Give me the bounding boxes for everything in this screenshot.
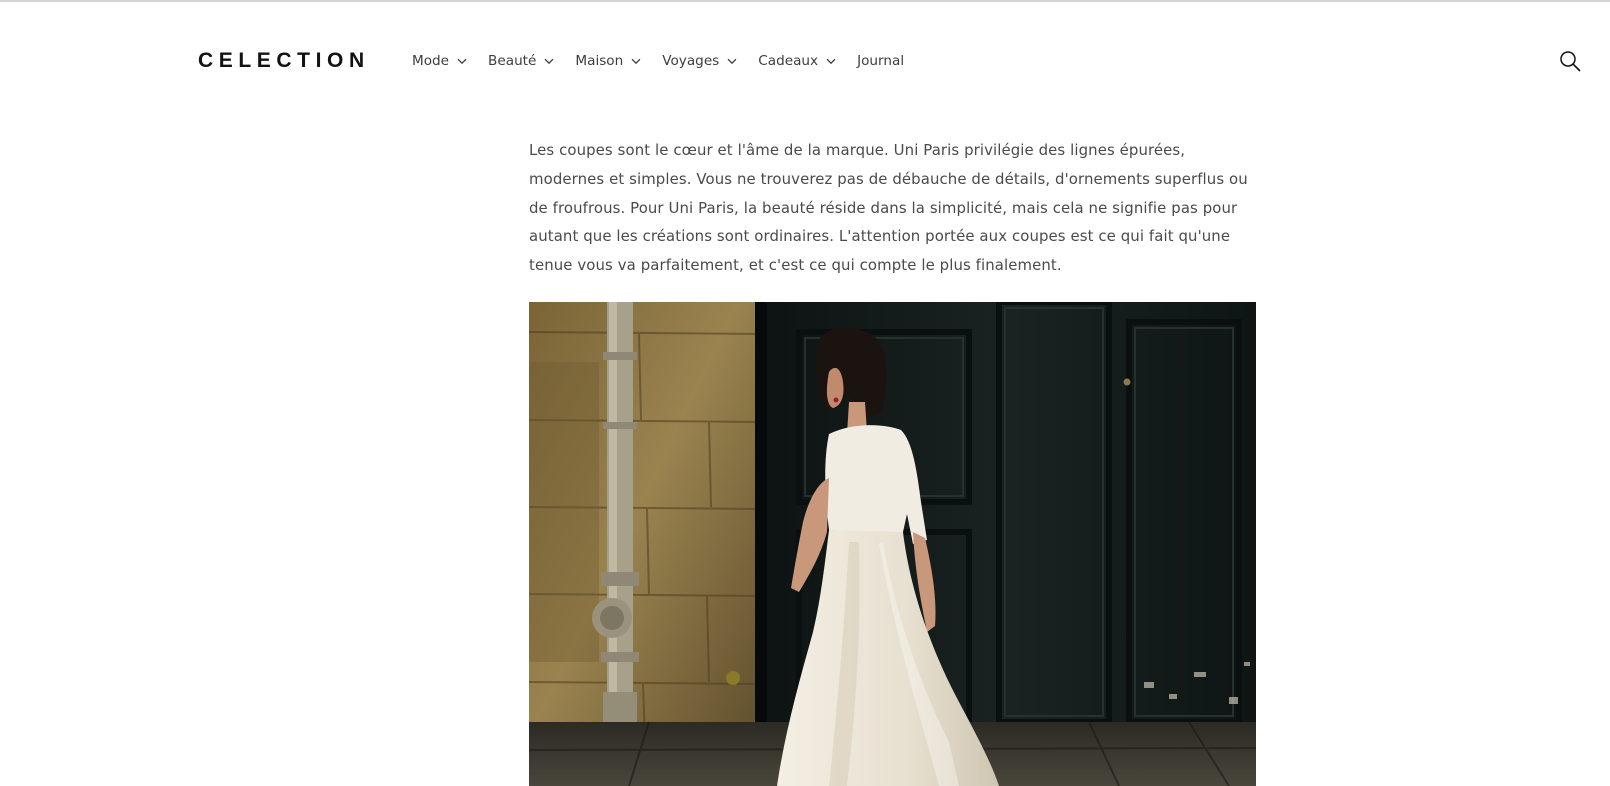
nav-item-voyages[interactable]: Voyages [662,48,737,74]
nav-item-label: Maison [575,53,624,69]
chevron-down-icon [457,56,467,66]
nav-item-beaute[interactable]: Beauté [488,48,554,74]
woman-in-white-dress-photo [529,302,1256,786]
nav-item-label: Mode [412,53,450,69]
chevron-down-icon [544,56,554,66]
chevron-down-icon [826,56,836,66]
nav-item-label: Journal [857,53,905,69]
search-icon [1560,51,1581,72]
nav-item-mode[interactable]: Mode [412,48,467,74]
main-nav: Mode Beauté Maison Voyages Cadeaux Journ… [412,48,925,74]
nav-item-journal[interactable]: Journal [857,48,904,74]
site-logo[interactable]: CELECTION [198,46,370,76]
article-paragraph: Les coupes sont le cœur et l'âme de la m… [529,141,1248,275]
site-header: CELECTION Mode Beauté Maison Voyages Cad… [0,2,1610,120]
nav-item-maison[interactable]: Maison [575,48,641,74]
nav-item-cadeaux[interactable]: Cadeaux [758,48,836,74]
article-body: Les coupes sont le cœur et l'âme de la m… [529,136,1256,280]
nav-item-label: Beauté [488,53,537,69]
search-button[interactable] [1558,49,1582,73]
nav-item-label: Cadeaux [758,53,819,69]
chevron-down-icon [631,56,641,66]
nav-item-label: Voyages [662,53,720,69]
article-photo [529,302,1256,786]
chevron-down-icon [727,56,737,66]
